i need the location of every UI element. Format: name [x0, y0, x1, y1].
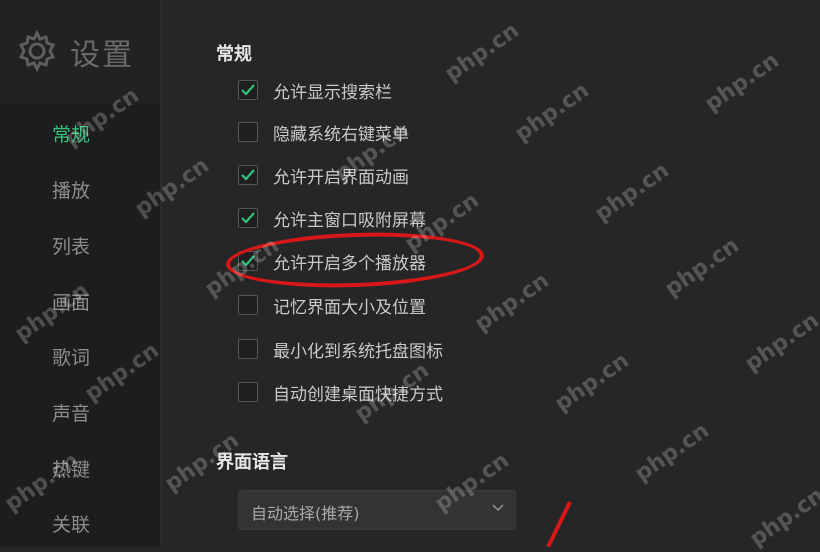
checkbox-checked[interactable]	[238, 165, 258, 185]
settings-title: 设置	[70, 38, 134, 73]
sidebar-item-label: 画面	[52, 292, 91, 314]
sidebar-item-label: 常规	[52, 124, 91, 146]
option-label: 允许显示搜索栏	[273, 83, 392, 103]
option-snap-to-screen[interactable]: 允许主窗口吸附屏幕	[238, 204, 658, 234]
checkbox-checked[interactable]	[238, 208, 258, 228]
sidebar-header: 设置	[0, 0, 160, 105]
language-select[interactable]: 自动选择(推荐)	[238, 490, 516, 530]
option-label: 允许主窗口吸附屏幕	[273, 211, 426, 231]
option-hide-context-menu[interactable]: 隐藏系统右键菜单	[238, 118, 658, 148]
option-remember-size-position[interactable]: 记忆界面大小及位置	[238, 291, 658, 321]
option-show-search-bar[interactable]: 允许显示搜索栏	[238, 76, 658, 106]
option-minimize-to-tray[interactable]: 最小化到系统托盘图标	[238, 335, 658, 365]
checkbox-checked[interactable]	[238, 251, 258, 271]
option-label: 允许开启界面动画	[273, 168, 409, 188]
sidebar-item-lyrics[interactable]: 歌词	[0, 329, 160, 383]
checkbox-checked[interactable]	[238, 80, 258, 100]
settings-sidebar: 设置 常规 播放 列表 画面 歌词 声音 热键 关联	[0, 0, 160, 547]
checkbox-unchecked[interactable]	[238, 122, 258, 142]
option-enable-animation[interactable]: 允许开启界面动画	[238, 161, 658, 191]
option-label: 允许开启多个播放器	[273, 254, 426, 274]
section-title-general: 常规	[216, 44, 252, 65]
option-label: 最小化到系统托盘图标	[273, 342, 443, 362]
checkbox-unchecked[interactable]	[238, 382, 258, 402]
sidebar-item-label: 播放	[52, 180, 91, 202]
sidebar-item-label: 关联	[52, 514, 91, 536]
option-label: 记忆界面大小及位置	[273, 298, 426, 318]
sidebar-item-label: 热键	[52, 459, 91, 481]
sidebar-item-sound[interactable]: 声音	[0, 385, 160, 439]
sidebar-item-hotkeys[interactable]: 热键	[0, 441, 160, 495]
sidebar-item-playback[interactable]: 播放	[0, 162, 160, 216]
sidebar-item-association[interactable]: 关联	[0, 496, 160, 550]
section-title-language: 界面语言	[216, 452, 288, 473]
chevron-down-icon	[492, 504, 504, 512]
option-label: 隐藏系统右键菜单	[273, 125, 409, 145]
checkmark-icon	[241, 255, 255, 267]
checkmark-icon	[241, 84, 255, 96]
sidebar-item-display[interactable]: 画面	[0, 274, 160, 328]
sidebar-item-general[interactable]: 常规	[0, 106, 160, 160]
language-select-value: 自动选择(推荐)	[251, 504, 360, 523]
settings-content: 常规 允许显示搜索栏 隐藏系统右键菜单 允许开启界面动画 允许主窗口吸附屏幕 允…	[162, 0, 820, 547]
checkmark-icon	[241, 169, 255, 181]
sidebar-item-label: 歌词	[52, 347, 91, 369]
option-desktop-shortcut[interactable]: 自动创建桌面快捷方式	[238, 378, 658, 408]
option-multiple-players[interactable]: 允许开启多个播放器	[238, 247, 658, 277]
sidebar-item-label: 声音	[52, 403, 91, 425]
checkmark-icon	[241, 212, 255, 224]
checkbox-unchecked[interactable]	[238, 295, 258, 315]
sidebar-item-list[interactable]: 列表	[0, 218, 160, 272]
option-label: 自动创建桌面快捷方式	[273, 385, 443, 405]
sidebar-item-label: 列表	[52, 236, 91, 258]
checkbox-unchecked[interactable]	[238, 339, 258, 359]
gear-icon	[18, 30, 56, 72]
